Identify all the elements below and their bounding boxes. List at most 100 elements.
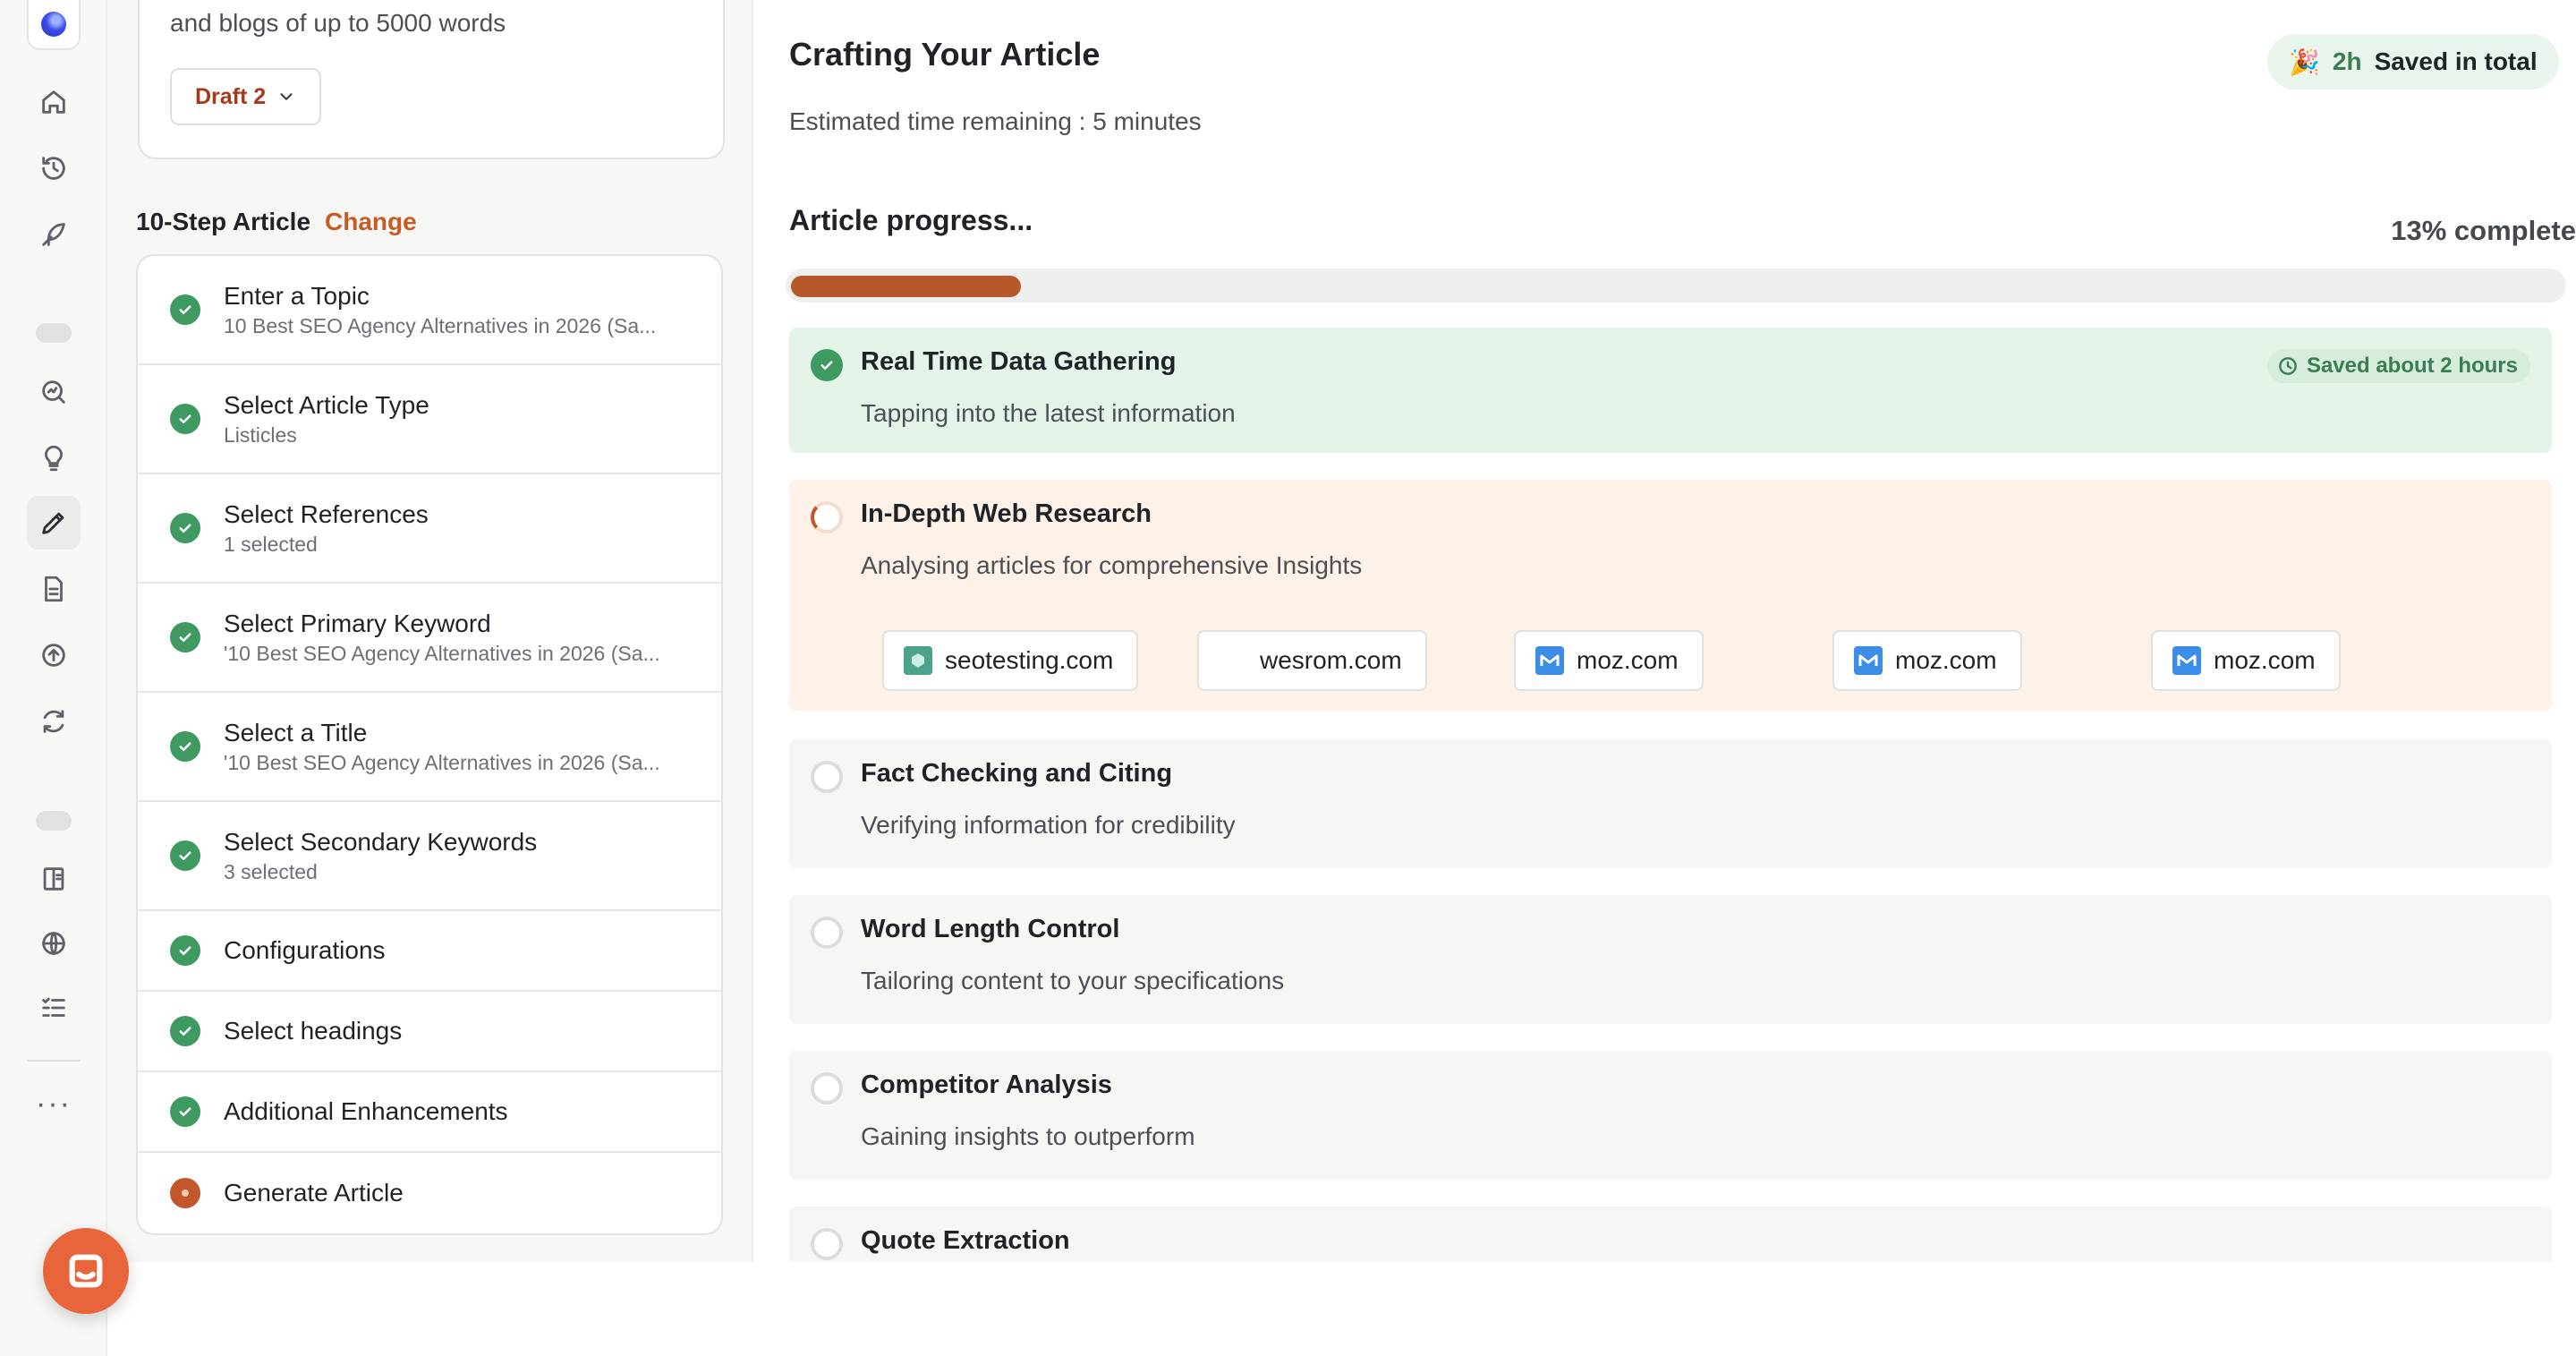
steps-title: 10-Step Article (136, 208, 311, 235)
logo-icon (41, 12, 66, 37)
stage-web-research: In-Depth Web Research Analysing articles… (789, 480, 2552, 711)
pending-circle-icon (811, 917, 843, 949)
more-menu-icon[interactable]: ··· (27, 1088, 81, 1128)
section-separator-pill (36, 323, 72, 343)
step-subtitle: Listicles (224, 423, 297, 447)
step-subtitle: '10 Best SEO Agency Alternatives in 2026… (224, 642, 660, 665)
pending-circle-icon (811, 761, 843, 793)
progress-label: Article progress... (789, 204, 1033, 236)
check-circle-icon (170, 935, 200, 966)
source-chip[interactable]: moz.com (2151, 630, 2341, 691)
steps-list: Enter a Topic 10 Best SEO Agency Alterna… (136, 254, 723, 1235)
step-title: Configurations (224, 936, 386, 964)
step-headings[interactable]: Select headings (138, 992, 721, 1072)
draft-select[interactable]: Draft 2 (170, 68, 322, 125)
step-enter-topic[interactable]: Enter a Topic 10 Best SEO Agency Alterna… (138, 256, 721, 365)
step-title: Select headings (224, 1017, 403, 1045)
source-label: wesrom.com (1260, 646, 1402, 674)
source-chip[interactable]: seotesting.com (882, 630, 1139, 691)
change-link[interactable]: Change (325, 208, 417, 236)
check-circle-icon (170, 1016, 200, 1046)
moz-icon (1854, 646, 1883, 675)
check-circle-icon (170, 731, 200, 762)
section-separator-pill (36, 811, 72, 831)
step-subtitle: '10 Best SEO Agency Alternatives in 2026… (224, 751, 660, 774)
stage-word-length: Word Length Control Tailoring content to… (789, 895, 2552, 1024)
stage-subtitle: Gaining insights to outperform (861, 1122, 1195, 1150)
clock-icon (2279, 357, 2297, 375)
book-icon[interactable] (27, 852, 81, 906)
stage-subtitle: Analysing articles for comprehensive Ins… (861, 551, 1363, 579)
checklist-icon[interactable] (27, 981, 81, 1035)
step-title-select[interactable]: Select a Title '10 Best SEO Agency Alter… (138, 693, 721, 802)
stage-title: Word Length Control (861, 915, 1120, 943)
check-circle-icon (170, 840, 200, 871)
saved-total-badge: 🎉 2h Saved in total (2267, 34, 2559, 90)
blank-icon (1219, 646, 1247, 675)
source-label: moz.com (2214, 646, 2316, 674)
globe-icon[interactable] (27, 917, 81, 970)
feather-icon[interactable] (27, 208, 81, 261)
refresh-icon[interactable] (27, 695, 81, 748)
step-references[interactable]: Select References 1 selected (138, 474, 721, 584)
saved-total-label: Saved in total (2374, 47, 2538, 75)
source-label: moz.com (1577, 646, 1679, 674)
stage-quote-extraction: Quote Extraction (789, 1207, 2552, 1262)
home-icon[interactable] (27, 75, 81, 129)
stage-fact-checking: Fact Checking and Citing Verifying infor… (789, 739, 2552, 868)
stage-title: Real Time Data Gathering (861, 347, 1177, 376)
step-subtitle: 1 selected (224, 533, 318, 556)
time-saved-label: Saved about 2 hours (2306, 354, 2518, 378)
steps-panel: and blogs of up to 5000 words Draft 2 10… (107, 0, 753, 1262)
step-subtitle: 10 Best SEO Agency Alternatives in 2026 … (224, 314, 657, 337)
stage-real-time-data: Real Time Data Gathering Tapping into th… (789, 328, 2552, 453)
document-icon[interactable] (27, 562, 81, 616)
step-configurations[interactable]: Configurations (138, 911, 721, 992)
step-generate-article[interactable]: Generate Article (138, 1153, 721, 1233)
source-chip[interactable]: moz.com (1514, 630, 1704, 691)
step-title: Select References (224, 500, 429, 528)
progress-percent: 13% complete (2391, 215, 2576, 246)
step-title: Enter a Topic (224, 282, 370, 310)
rail-divider (27, 1060, 81, 1062)
moz-icon (1535, 646, 1564, 675)
chat-support-button[interactable] (43, 1228, 129, 1314)
loading-spinner-icon (811, 501, 843, 533)
party-popper-icon: 🎉 (2289, 47, 2320, 76)
steps-heading: 10-Step Article Change (136, 208, 417, 236)
history-icon[interactable] (27, 141, 81, 195)
step-title: Generate Article (224, 1179, 404, 1207)
pending-circle-icon (811, 1072, 843, 1104)
step-subtitle: 3 selected (224, 860, 318, 883)
step-title: Select Primary Keyword (224, 610, 491, 637)
stage-title: In-Depth Web Research (861, 499, 1152, 528)
source-chip[interactable]: moz.com (1832, 630, 2022, 691)
lightbulb-icon[interactable] (27, 431, 81, 485)
step-title: Additional Enhancements (224, 1097, 508, 1125)
source-label: seotesting.com (945, 646, 1114, 674)
generation-progress-area: Crafting Your Article Estimated time rem… (753, 0, 2576, 1262)
search-analytics-icon[interactable] (27, 365, 81, 419)
check-circle-icon (170, 513, 200, 543)
stage-title: Fact Checking and Citing (861, 759, 1173, 788)
current-step-icon (170, 1178, 200, 1208)
progress-track (786, 269, 2566, 303)
draft-label: Draft 2 (195, 83, 267, 109)
step-article-type[interactable]: Select Article Type Listicles (138, 365, 721, 474)
app-logo[interactable] (27, 0, 81, 50)
article-intro-card: and blogs of up to 5000 words Draft 2 (138, 0, 725, 159)
stage-competitor-analysis: Competitor Analysis Gaining insights to … (789, 1051, 2552, 1180)
source-chip[interactable]: wesrom.com (1197, 630, 1427, 691)
stage-subtitle: Tailoring content to your specifications (861, 967, 1285, 994)
pencil-icon[interactable] (27, 496, 81, 550)
step-title: Select Article Type (224, 391, 429, 419)
chevron-down-icon (280, 93, 293, 100)
step-title: Select Secondary Keywords (224, 828, 538, 856)
upload-icon[interactable] (27, 628, 81, 682)
check-circle-icon (170, 404, 200, 434)
step-primary-keyword[interactable]: Select Primary Keyword '10 Best SEO Agen… (138, 584, 721, 693)
check-circle-icon (170, 1096, 200, 1127)
step-enhancements[interactable]: Additional Enhancements (138, 1072, 721, 1153)
intro-text: and blogs of up to 5000 words (170, 9, 506, 37)
step-secondary-keywords[interactable]: Select Secondary Keywords 3 selected (138, 802, 721, 911)
